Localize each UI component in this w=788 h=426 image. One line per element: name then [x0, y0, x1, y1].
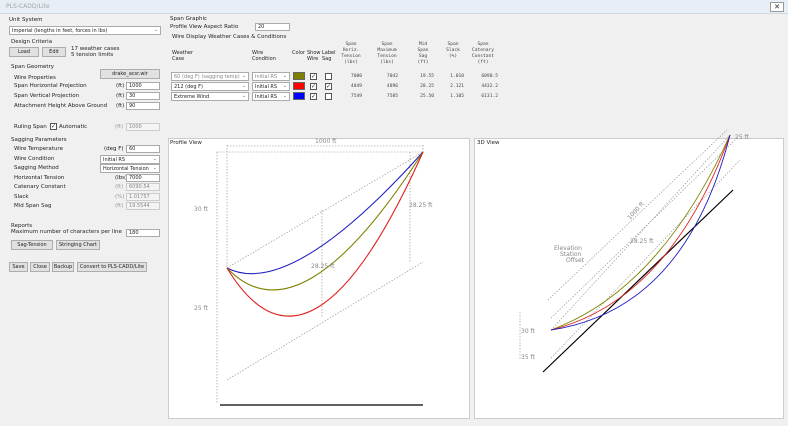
mid-sag-label: 28.25 ft	[311, 263, 335, 270]
3d-height-label-35: 35 ft	[521, 354, 536, 361]
height-label-25: 25 ft	[194, 305, 209, 312]
span-length-label: 1000 ft	[315, 138, 337, 145]
right-sag-label: 28.25 ft	[409, 202, 433, 209]
wire-212f	[226, 151, 424, 317]
axis-offset-label: Offset	[566, 257, 585, 264]
3d-sag-label: 28.25 ft	[630, 238, 654, 245]
3d-span-label: 1000 ft	[626, 200, 646, 221]
3d-height-label-30: 30 ft	[521, 328, 536, 335]
span-drawings: 1000 ft 30 ft 25 ft 28.25 ft 28.25 ft 10…	[194, 129, 750, 406]
height-label-30: 30 ft	[194, 206, 209, 213]
3d-ground-line	[542, 189, 734, 373]
3d-top-label: 25 ft	[735, 134, 750, 141]
